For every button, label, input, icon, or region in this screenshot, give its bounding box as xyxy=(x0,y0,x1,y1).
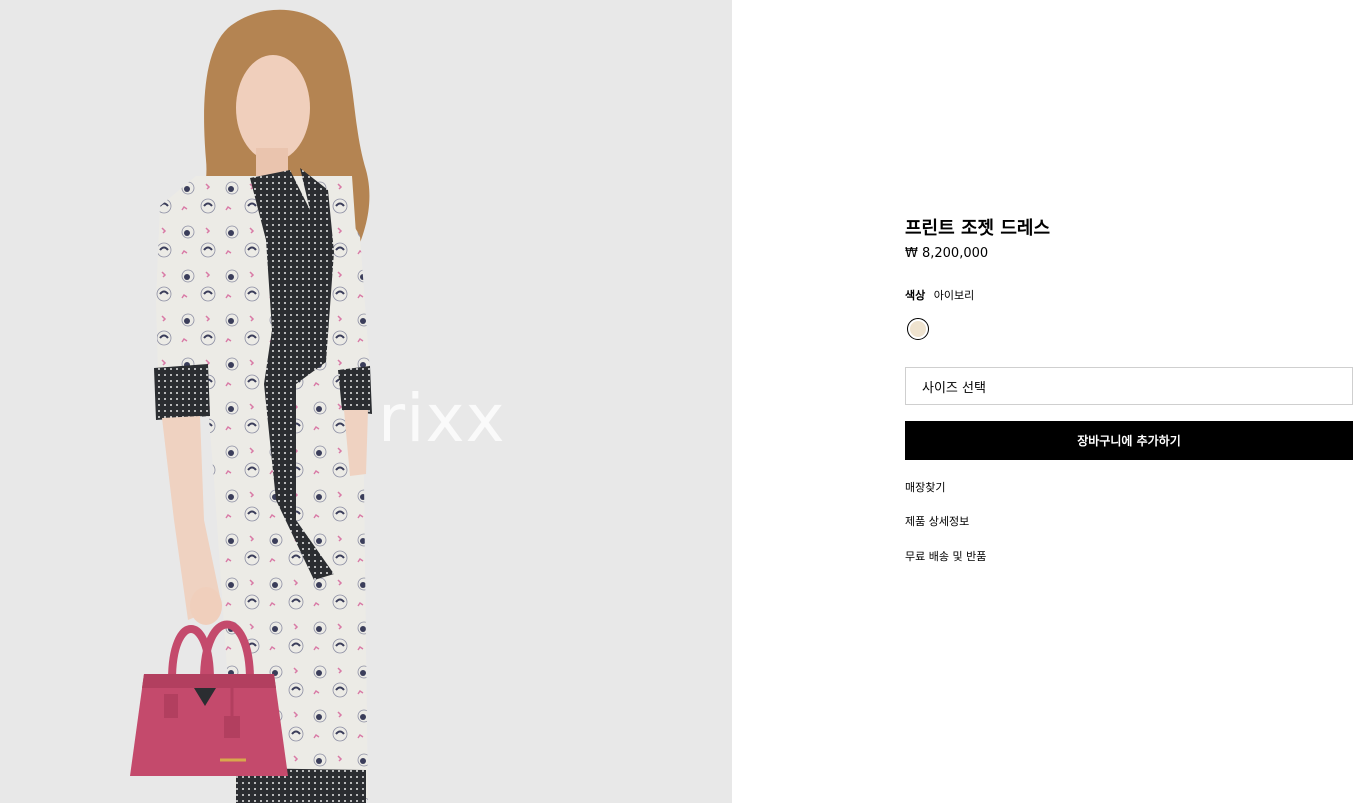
product-price: ₩ 8,200,000 xyxy=(905,246,989,261)
product-title: 프린트 조젯 드레스 xyxy=(905,218,1051,239)
store-finder-link[interactable]: 매장찾기 xyxy=(905,479,945,495)
color-label: 색상 xyxy=(905,289,926,302)
product-details-panel: 프린트 조젯 드레스 ₩ 8,200,000 색상 아이보리 사이즈 선택 장바… xyxy=(905,0,1353,803)
size-select-placeholder: 사이즈 선택 xyxy=(922,380,986,396)
size-select[interactable]: 사이즈 선택 xyxy=(905,367,1353,405)
product-details-link[interactable]: 제품 상세정보 xyxy=(905,513,969,529)
product-photo: rixx xyxy=(0,0,732,803)
shipping-returns-link[interactable]: 무료 배송 및 반품 xyxy=(905,548,986,564)
add-to-cart-label: 장바구니에 추가하기 xyxy=(1077,434,1181,448)
swatch-fill xyxy=(910,321,926,337)
color-swatch-ivory[interactable] xyxy=(907,318,929,340)
model-illustration xyxy=(0,0,732,803)
color-row: 색상 아이보리 xyxy=(905,287,974,303)
add-to-cart-button[interactable]: 장바구니에 추가하기 xyxy=(905,421,1353,460)
color-value: 아이보리 xyxy=(933,289,975,302)
watermark: rixx xyxy=(378,380,506,457)
